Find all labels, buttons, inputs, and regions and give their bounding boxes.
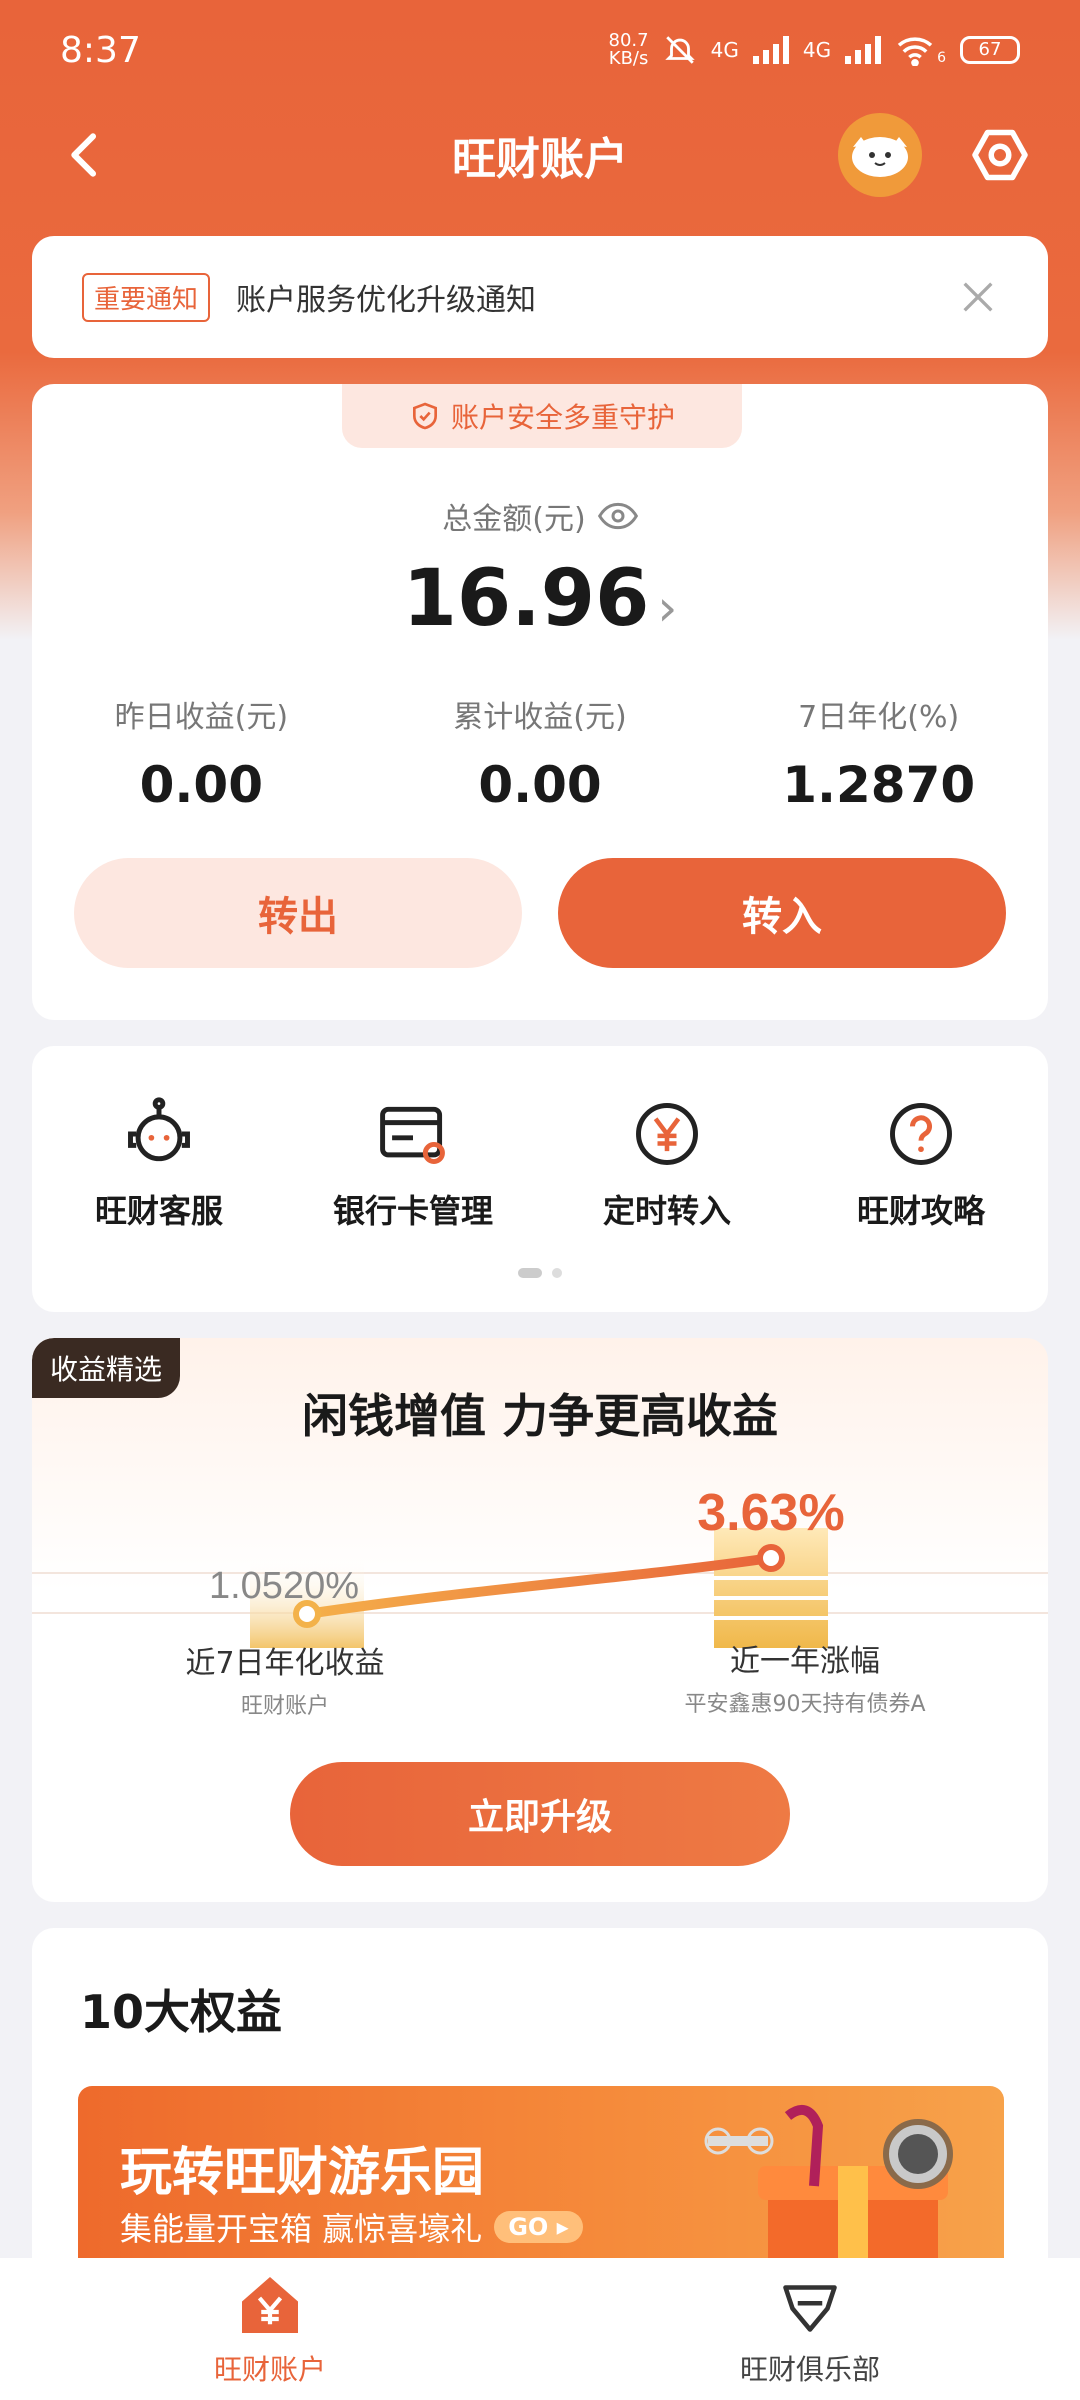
service-bank-card[interactable]: 银行卡管理 bbox=[286, 1096, 540, 1232]
signal-bars-icon bbox=[845, 36, 882, 64]
stat-7day-yield: 7日年化(%) 1.2870 bbox=[782, 700, 976, 814]
notice-bar[interactable]: 重要通知 账户服务优化升级通知 bbox=[32, 236, 1048, 358]
close-icon[interactable] bbox=[958, 277, 998, 317]
bottom-tab-bar: 旺财账户 旺财俱乐部 bbox=[0, 2258, 1080, 2400]
status-time: 8:37 bbox=[60, 29, 141, 71]
service-guide[interactable]: 旺财攻略 bbox=[794, 1096, 1048, 1232]
yen-circle-icon bbox=[636, 1103, 698, 1165]
page-dot-active bbox=[518, 1268, 542, 1278]
mascot-avatar[interactable] bbox=[838, 113, 922, 197]
banner-subtitle: 集能量开宝箱 赢惊喜壕礼 GO ▸ bbox=[120, 2204, 583, 2250]
yield-promo-card: 收益精选 闲钱增值 力争更高收益 1.0520% 3.63% 近7日年化收益 旺… bbox=[32, 1338, 1048, 1902]
total-amount-label: 总金额(元) bbox=[32, 494, 1048, 538]
signal-label-1: 4G bbox=[710, 38, 739, 62]
transfer-in-button[interactable]: 转入 bbox=[558, 858, 1006, 968]
playground-banner[interactable]: 玩转旺财游乐园 集能量开宝箱 赢惊喜壕礼 GO ▸ bbox=[78, 2086, 1004, 2296]
stat-cumulative: 累计收益(元) 0.00 bbox=[453, 700, 627, 814]
right-yield-point bbox=[757, 1544, 785, 1572]
top-nav: 旺财账户 bbox=[0, 105, 1080, 205]
notice-text[interactable]: 账户服务优化升级通知 bbox=[236, 275, 536, 319]
promo-title: 闲钱增值 力争更高收益 bbox=[301, 1389, 778, 1443]
account-card: 账户安全多重守护 总金额(元) 16.96 › 昨日收益(元) 0.00 累计收益… bbox=[32, 384, 1048, 1020]
mascot-icon bbox=[852, 137, 908, 177]
left-yield-label: 近7日年化收益 旺财账户 bbox=[185, 1646, 385, 1719]
network-speed: 80.7 KB/s bbox=[608, 30, 649, 69]
bank-card-icon bbox=[380, 1106, 445, 1165]
go-button[interactable]: GO ▸ bbox=[494, 2211, 583, 2243]
battery-icon: 67 bbox=[960, 36, 1020, 64]
wifi-badge: 6 bbox=[937, 50, 946, 66]
question-icon bbox=[890, 1103, 952, 1165]
benefits-title: 10大权益 bbox=[80, 1985, 283, 2039]
customer-service-icon bbox=[128, 1097, 190, 1162]
shield-icon bbox=[412, 402, 437, 430]
services-row: 旺财客服 银行卡管理 定时转入 旺财攻略 bbox=[32, 1096, 1048, 1232]
security-tag: 账户安全多重守护 bbox=[342, 384, 742, 448]
service-scheduled-transfer[interactable]: 定时转入 bbox=[540, 1096, 794, 1232]
notice-badge: 重要通知 bbox=[82, 272, 211, 322]
right-yield-label: 近一年涨幅 平安鑫惠90天持有债券A bbox=[684, 1644, 926, 1717]
status-bar: 8:37 80.7 KB/s 4G 4G 6 67 bbox=[0, 0, 1080, 100]
signal-bars-icon bbox=[752, 36, 789, 64]
right-yield-value: 3.63% bbox=[697, 1484, 844, 1542]
stat-yesterday: 昨日收益(元) 0.00 bbox=[114, 700, 289, 814]
page-dot bbox=[552, 1268, 562, 1278]
chevron-right-icon: › bbox=[657, 579, 678, 637]
page-indicator bbox=[32, 1268, 1048, 1278]
stats-row: 昨日收益(元) 0.00 累计收益(元) 0.00 7日年化(%) 1.2870 bbox=[32, 692, 1048, 814]
tab-wangcai-account[interactable]: 旺财账户 bbox=[0, 2258, 540, 2400]
eye-icon[interactable] bbox=[597, 501, 638, 531]
left-yield-value: 1.0520% bbox=[209, 1565, 359, 1607]
signal-label-2: 4G bbox=[802, 38, 832, 62]
service-customer-service[interactable]: 旺财客服 bbox=[32, 1096, 286, 1232]
status-icons: 80.7 KB/s 4G 4G 6 67 bbox=[609, 32, 1020, 68]
upgrade-button[interactable]: 立即升级 bbox=[290, 1762, 790, 1866]
tab-wangcai-club[interactable]: 旺财俱乐部 bbox=[540, 2258, 1080, 2400]
transfer-out-button[interactable]: 转出 bbox=[74, 858, 522, 968]
bell-muted-icon bbox=[664, 36, 695, 64]
benefits-card: 10大权益 玩转旺财游乐园 集能量开宝箱 赢惊喜壕礼 GO ▸ bbox=[32, 1928, 1048, 2308]
settings-icon[interactable] bbox=[970, 125, 1030, 185]
total-amount[interactable]: 16.96 › bbox=[32, 554, 1048, 644]
home-yen-icon bbox=[242, 2277, 298, 2333]
banner-title: 玩转旺财游乐园 bbox=[120, 2143, 485, 2203]
diamond-icon bbox=[783, 2285, 837, 2332]
wifi-icon bbox=[897, 37, 933, 66]
services-card: 旺财客服 银行卡管理 定时转入 旺财攻略 bbox=[32, 1046, 1048, 1312]
